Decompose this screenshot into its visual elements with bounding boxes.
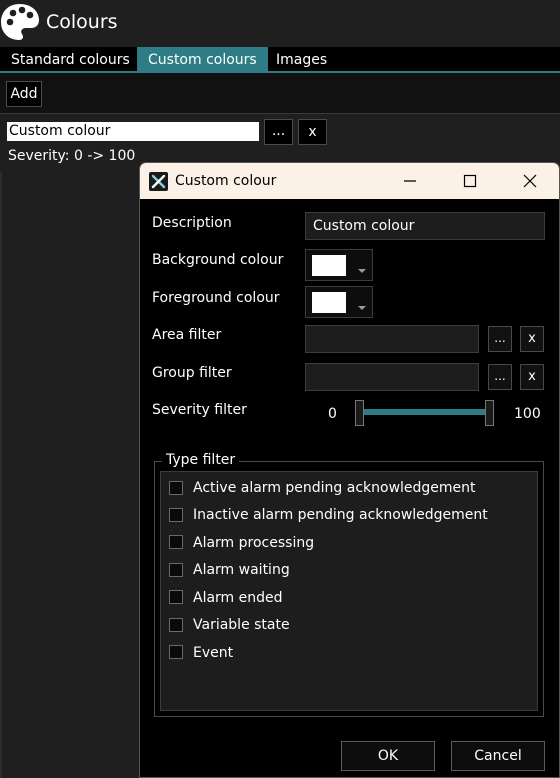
group-filter-clear-button[interactable]: x [520,364,544,390]
description-input[interactable]: Custom colour [305,212,545,240]
type-option-label[interactable]: Alarm ended [193,590,283,606]
foreground-colour-swatch [312,292,346,313]
tools-icon [149,172,168,191]
severity-filter-label: Severity filter [152,402,247,418]
custom-colour-name-field[interactable]: Custom colour [7,122,259,141]
cancel-button[interactable]: Cancel [451,741,545,771]
type-checkbox[interactable] [169,590,183,604]
type-checkbox[interactable] [169,535,183,549]
ok-button[interactable]: OK [341,741,435,771]
type-checkbox[interactable] [169,481,183,495]
dropdown-arrow-icon [358,262,366,273]
toolbar: Add [0,73,560,114]
type-option-label[interactable]: Active alarm pending acknowledgement [193,480,476,496]
severity-range-track [360,409,490,415]
foreground-colour-picker[interactable] [305,286,373,318]
type-option-label[interactable]: Alarm waiting [193,562,290,578]
close-icon[interactable] [523,174,537,188]
background-colour-swatch [312,255,346,276]
add-button[interactable]: Add [6,81,42,107]
app-title: Colours [46,11,118,33]
tab-custom-colours[interactable]: Custom colours [137,47,268,73]
severity-min-handle[interactable] [355,400,364,426]
minimize-icon[interactable] [403,174,417,188]
severity-min-value: 0 [328,406,337,422]
type-option-label[interactable]: Inactive alarm pending acknowledgement [193,507,488,523]
type-filter-label: Type filter [162,452,240,468]
description-label: Description [152,215,232,231]
tab-images[interactable]: Images [265,47,338,73]
app-title-bar: Colours [0,0,560,47]
dropdown-arrow-icon [358,299,366,310]
dialog-title: Custom colour [175,173,277,189]
area-filter-input[interactable] [305,325,479,353]
divider [0,172,2,778]
foreground-colour-label: Foreground colour [152,290,280,306]
type-option-label[interactable]: Alarm processing [193,535,314,551]
custom-colour-dialog: Custom colour Description Custom colour … [139,162,560,778]
area-filter-browse-button[interactable]: ... [488,326,512,352]
background-colour-label: Background colour [152,252,284,268]
tab-standard-colours[interactable]: Standard colours [0,47,141,73]
area-filter-clear-button[interactable]: x [520,326,544,352]
group-filter-browse-button[interactable]: ... [488,364,512,390]
type-checkbox[interactable] [169,508,183,522]
severity-summary: Severity: 0 -> 100 [8,148,136,164]
maximize-icon[interactable] [463,174,477,188]
type-option-label[interactable]: Variable state [193,617,290,633]
type-checkbox[interactable] [169,645,183,659]
group-filter-input[interactable] [305,363,479,391]
severity-max-handle[interactable] [485,400,494,426]
edit-colour-button[interactable]: ... [264,119,293,145]
group-filter-label: Group filter [152,365,232,381]
dialog-title-bar[interactable]: Custom colour [140,163,559,199]
area-filter-label: Area filter [152,327,222,343]
type-checkbox[interactable] [169,618,183,632]
tab-bar: Standard colours Custom colours Images [0,47,560,73]
palette-icon [0,2,40,42]
remove-colour-button[interactable]: x [298,119,327,145]
type-option-label[interactable]: Event [193,645,233,661]
type-checkbox[interactable] [169,563,183,577]
background-colour-picker[interactable] [305,249,373,281]
severity-max-value: 100 [514,406,541,422]
